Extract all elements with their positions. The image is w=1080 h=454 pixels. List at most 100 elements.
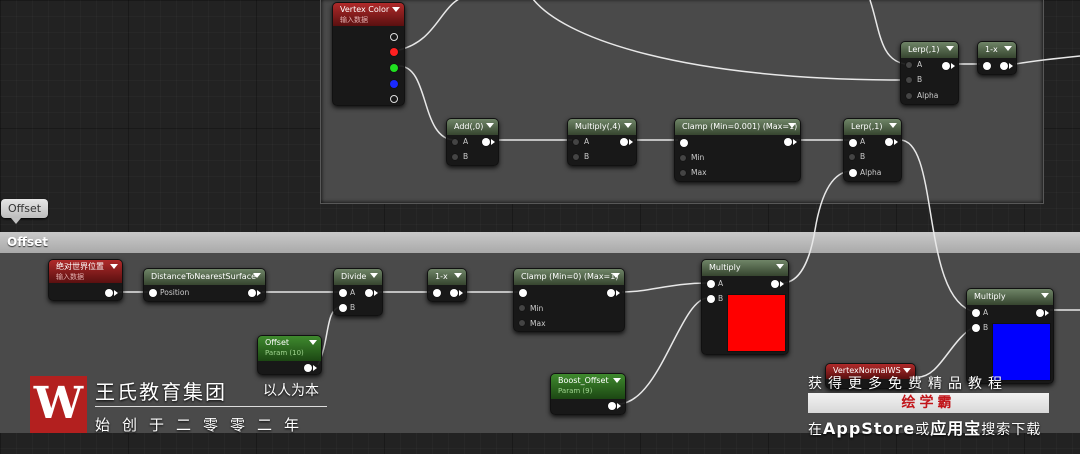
node-absolute-world-position[interactable]: 绝对世界位置 输入数据: [48, 259, 123, 301]
node-clamp-bottom[interactable]: Clamp (Min=0) (Max=1) Min Max: [513, 268, 625, 332]
chevron-down-icon[interactable]: [486, 123, 494, 128]
node-one-minus-top[interactable]: 1-x: [977, 41, 1017, 75]
output-pin[interactable]: [304, 364, 317, 372]
node-add[interactable]: Add(,0) A B: [446, 118, 499, 166]
chevron-down-icon[interactable]: [309, 340, 317, 345]
chevron-down-icon[interactable]: [889, 123, 897, 128]
chevron-down-icon[interactable]: [1004, 46, 1012, 51]
pin-label-a: A: [718, 279, 724, 288]
node-header[interactable]: Add(,0): [447, 119, 498, 135]
node-divide[interactable]: Divide A B: [333, 268, 383, 316]
chevron-down-icon[interactable]: [370, 273, 378, 278]
chevron-down-icon[interactable]: [1041, 293, 1049, 298]
input-pin-b[interactable]: [339, 304, 347, 312]
node-boost-offset-param[interactable]: Boost_Offset Param (9): [550, 373, 626, 415]
node-title: Lerp(,1): [851, 122, 883, 131]
node-header[interactable]: 绝对世界位置 输入数据: [49, 260, 122, 283]
output-pin[interactable]: [450, 289, 463, 297]
chevron-down-icon[interactable]: [454, 273, 462, 278]
chevron-down-icon[interactable]: [776, 264, 784, 269]
output-pin-alpha[interactable]: [390, 95, 398, 103]
chevron-down-icon[interactable]: [788, 123, 796, 128]
node-header[interactable]: Vertex Color 输入数据: [333, 3, 404, 26]
chevron-down-icon[interactable]: [110, 264, 118, 269]
input-pin-b[interactable]: [972, 324, 980, 332]
input-pin-position[interactable]: [149, 289, 157, 297]
node-multiply-4[interactable]: Multiply(,4) A B: [567, 118, 637, 166]
node-header[interactable]: Offset Param (10): [258, 336, 321, 361]
brand-slogan: 以人为本: [263, 383, 319, 399]
input-pin-b[interactable]: [849, 154, 855, 160]
input-pin-b[interactable]: [452, 154, 458, 160]
input-pin-b[interactable]: [906, 77, 912, 83]
input-pin-b[interactable]: [707, 295, 715, 303]
input-pin-max[interactable]: [680, 170, 686, 176]
output-pin[interactable]: [771, 280, 784, 288]
pin-label-a: A: [584, 137, 590, 146]
input-pin-a[interactable]: [339, 289, 347, 297]
output-pin[interactable]: [620, 138, 633, 146]
input-pin[interactable]: [680, 139, 688, 147]
output-pin[interactable]: [482, 138, 495, 146]
output-pin[interactable]: [1036, 309, 1049, 317]
node-header[interactable]: Multiply(,4): [568, 119, 636, 135]
node-header[interactable]: 1-x: [428, 269, 466, 285]
pin-label-position: Position: [160, 288, 190, 297]
node-lerp-top[interactable]: Lerp(,1) A B Alpha: [900, 41, 959, 105]
input-pin[interactable]: [983, 62, 991, 70]
output-pin-rgb[interactable]: [390, 33, 398, 41]
output-pin[interactable]: [608, 402, 621, 410]
output-pin[interactable]: [942, 62, 955, 70]
output-pin[interactable]: [1000, 62, 1013, 70]
node-lerp-mid[interactable]: Lerp(,1) A B Alpha: [843, 118, 902, 182]
chevron-down-icon[interactable]: [946, 46, 954, 51]
input-pin-max[interactable]: [519, 320, 525, 326]
input-pin[interactable]: [433, 289, 441, 297]
chevron-down-icon[interactable]: [612, 273, 620, 278]
comment-offset-title[interactable]: Offset: [0, 232, 1080, 253]
input-pin-min[interactable]: [680, 155, 686, 161]
output-pin[interactable]: [105, 289, 118, 297]
chevron-down-icon[interactable]: [613, 378, 621, 383]
node-header[interactable]: Divide: [334, 269, 382, 285]
node-offset-param[interactable]: Offset Param (10): [257, 335, 322, 375]
input-pin-alpha[interactable]: [849, 169, 857, 177]
input-pin-a[interactable]: [906, 62, 912, 68]
node-header[interactable]: Lerp(,1): [844, 119, 901, 135]
output-pin[interactable]: [248, 289, 261, 297]
output-pin[interactable]: [365, 289, 378, 297]
output-pin[interactable]: [607, 289, 620, 297]
input-pin[interactable]: [519, 289, 527, 297]
node-multiply-red[interactable]: Multiply A B: [701, 259, 789, 355]
node-vertex-color[interactable]: Vertex Color 输入数据: [332, 2, 405, 106]
node-one-minus-bottom[interactable]: 1-x: [427, 268, 467, 302]
comment-offset-tab[interactable]: Offset: [1, 199, 49, 224]
node-header[interactable]: Multiply: [967, 289, 1053, 305]
node-header[interactable]: Clamp (Min=0) (Max=1): [514, 269, 624, 285]
output-pin-red[interactable]: [390, 48, 398, 56]
node-header[interactable]: DistanceToNearestSurface: [144, 269, 265, 285]
node-header[interactable]: Multiply: [702, 260, 788, 276]
input-pin-a[interactable]: [972, 309, 980, 317]
output-pin-blue[interactable]: [390, 80, 398, 88]
input-pin-a[interactable]: [573, 139, 579, 145]
input-pin-alpha[interactable]: [906, 93, 912, 99]
output-pin[interactable]: [885, 138, 898, 146]
node-clamp-top[interactable]: Clamp (Min=0.001) (Max=1) Min Max: [674, 118, 801, 182]
node-header[interactable]: 1-x: [978, 42, 1016, 58]
node-distance-to-nearest-surface[interactable]: DistanceToNearestSurface Position: [143, 268, 266, 302]
input-pin-b[interactable]: [573, 154, 579, 160]
input-pin-a[interactable]: [849, 139, 857, 147]
input-pin-a[interactable]: [452, 139, 458, 145]
node-multiply-blue[interactable]: Multiply A B: [966, 288, 1054, 384]
node-header[interactable]: Clamp (Min=0.001) (Max=1): [675, 119, 800, 135]
input-pin-min[interactable]: [519, 305, 525, 311]
node-header[interactable]: Lerp(,1): [901, 42, 958, 58]
input-pin-a[interactable]: [707, 280, 715, 288]
output-pin[interactable]: [784, 138, 797, 146]
chevron-down-icon[interactable]: [392, 7, 400, 12]
output-pin-green[interactable]: [390, 64, 398, 72]
node-header[interactable]: Boost_Offset Param (9): [551, 374, 625, 399]
chevron-down-icon[interactable]: [624, 123, 632, 128]
chevron-down-icon[interactable]: [253, 273, 261, 278]
